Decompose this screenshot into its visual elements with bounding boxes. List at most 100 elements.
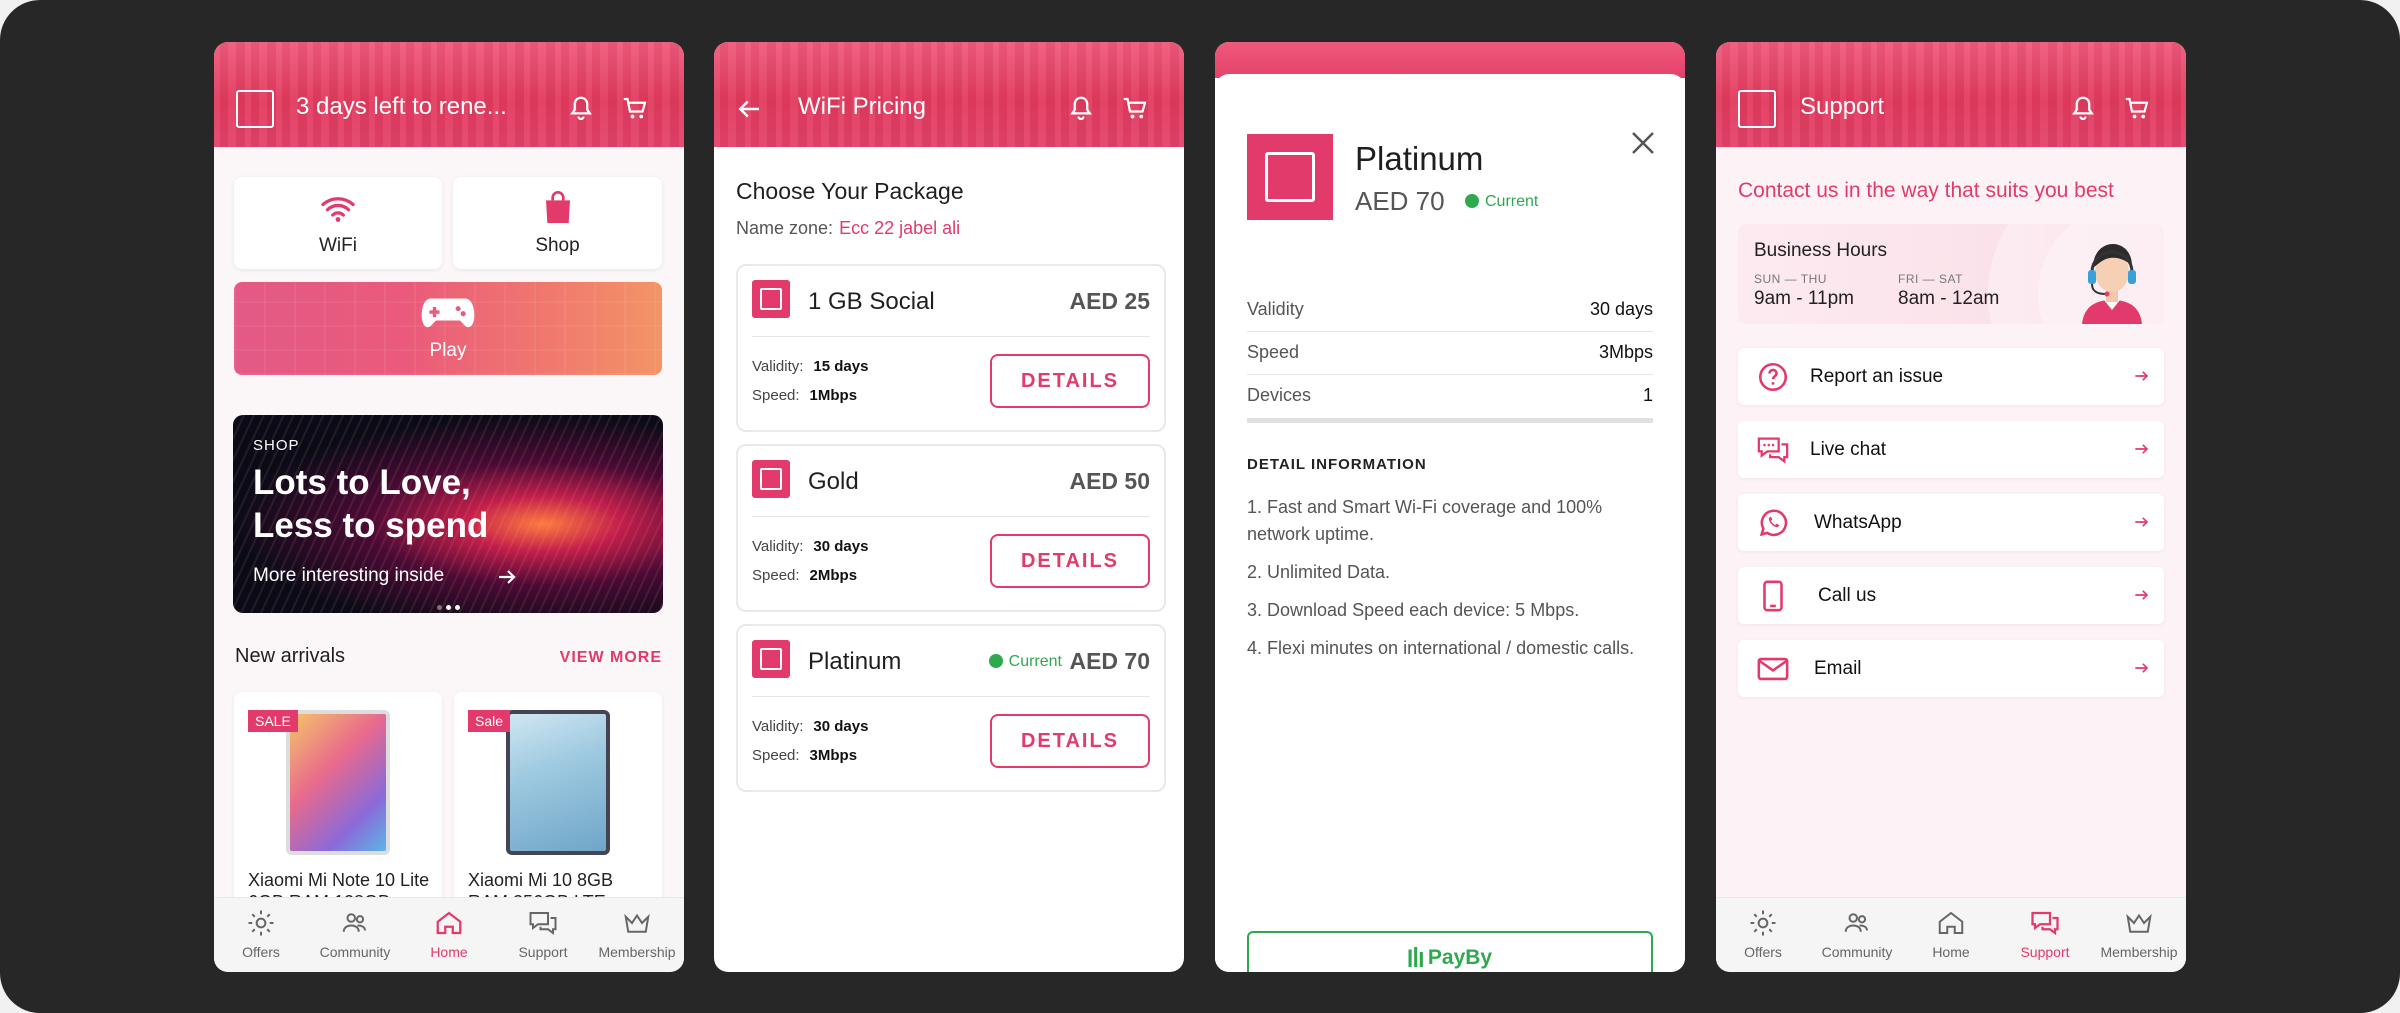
cart-icon[interactable] (2122, 94, 2152, 124)
product-card[interactable]: SALE Xiaomi Mi Note 10 Lite 6GB RAM 128G… (234, 692, 442, 922)
arrow-right-icon (2135, 444, 2149, 454)
banner-more-link[interactable]: More interesting inside (253, 565, 444, 587)
package-name: 1 GB Social (808, 288, 935, 315)
detail-list: 1. Fast and Smart Wi-Fi coverage and 100… (1247, 494, 1653, 673)
play-tile[interactable]: Play (234, 282, 662, 375)
new-arrivals-title: New arrivals (235, 645, 346, 667)
package-price: AED 25 (1069, 288, 1150, 314)
view-more-link[interactable]: VIEW MORE (560, 649, 662, 667)
package-name: Gold (808, 468, 859, 495)
divider (752, 696, 1150, 697)
back-arrow-icon[interactable] (734, 94, 764, 124)
arrow-right-icon (2135, 371, 2149, 381)
envelope-icon (1757, 657, 1789, 681)
payby-button[interactable]: PayBy (1247, 931, 1653, 972)
nav-home[interactable]: Home (1904, 908, 1998, 960)
nav-offers[interactable]: Offers (1716, 908, 1810, 960)
arrow-right-icon (2135, 517, 2149, 527)
nav-label: Membership (2100, 944, 2178, 960)
wifi-pricing-screen: WiFi Pricing Choose Your Package Name zo… (714, 42, 1184, 972)
header-strip (1215, 42, 1685, 78)
contact-whatsapp[interactable]: WhatsApp (1738, 494, 2164, 551)
crown-icon (2126, 913, 2152, 933)
brand-logo[interactable] (236, 90, 274, 128)
sale-badge: Sale (468, 710, 511, 732)
detail-item: 2. Unlimited Data. (1247, 562, 1391, 582)
app-header: Support (1716, 42, 2186, 147)
contact-live-chat[interactable]: Live chat (1738, 421, 2164, 478)
payby-label: PayBy (1427, 946, 1493, 969)
current-badge: Current (1465, 193, 1538, 211)
details-button[interactable]: DETAILS (990, 534, 1150, 588)
package-detail-screen: Platinum AED 70 Current Validity 30 days … (1215, 42, 1685, 972)
live-chat-icon (1757, 437, 1789, 464)
product-card[interactable]: Sale Xiaomi Mi 10 8GB RAM 256GB LTE (454, 692, 662, 922)
contact-label: WhatsApp (1814, 512, 1902, 533)
check-circle-icon (988, 654, 1003, 668)
nav-support[interactable]: Support (1998, 908, 2092, 960)
shop-tile-label: Shop (535, 235, 580, 256)
community-icon (342, 913, 366, 932)
contact-label: Email (1814, 658, 1862, 679)
detail-sheet: Platinum AED 70 Current Validity 30 days … (1215, 74, 1685, 972)
contact-report-issue[interactable]: Report an issue (1738, 348, 2164, 405)
nav-membership[interactable]: Membership (590, 908, 684, 960)
zone-value[interactable]: Ecc 22 jabel ali (839, 218, 960, 238)
shop-promo-banner[interactable]: SHOP Lots to Love, Less to spend More in… (233, 415, 663, 613)
nav-label: Support (2020, 944, 2070, 960)
bell-icon[interactable] (2068, 94, 2098, 124)
shop-tile[interactable]: Shop (453, 177, 662, 269)
nav-membership[interactable]: Membership (2092, 908, 2186, 960)
nav-home[interactable]: Home (402, 908, 496, 960)
package-name: Platinum (1355, 140, 1484, 177)
nav-community[interactable]: Community (1810, 908, 1904, 960)
cart-icon[interactable] (620, 94, 650, 124)
package-card[interactable]: Platinum Current AED 70 Validity: 30 days… (736, 624, 1166, 792)
package-card[interactable]: 1 GB Social AED 25 Validity: 15 days Spee… (736, 264, 1166, 432)
product-image (286, 710, 390, 855)
section-title: Choose Your Package (736, 178, 964, 204)
nav-label: Offers (242, 944, 280, 960)
contact-email[interactable]: Email (1738, 640, 2164, 697)
bottom-nav: Offers Community Home Support Membership (214, 897, 684, 972)
app-header: WiFi Pricing (714, 42, 1184, 147)
zone-label: Name zone: (736, 218, 834, 238)
nav-label: Offers (1744, 944, 1782, 960)
home-icon (436, 911, 462, 935)
renewal-notice[interactable]: 3 days left to rene... (296, 93, 507, 121)
spec-row: Validity 30 days (1247, 289, 1653, 332)
carousel-dots[interactable] (435, 597, 462, 613)
spec-row: Devices 1 (1247, 385, 1653, 405)
brand-logo[interactable] (1738, 90, 1776, 128)
nav-label: Home (430, 944, 468, 960)
contact-call-us[interactable]: Call us (1738, 567, 2164, 624)
chat-bubbles-icon (2031, 911, 2059, 936)
arrow-right-icon (2135, 590, 2149, 600)
wifi-tile-label: WiFi (319, 235, 357, 256)
details-button[interactable]: DETAILS (990, 714, 1150, 768)
nav-community[interactable]: Community (308, 908, 402, 960)
chat-bubbles-icon (529, 912, 557, 935)
nav-offers[interactable]: Offers (214, 908, 308, 960)
arrow-right-icon (2135, 663, 2149, 673)
package-card[interactable]: Gold AED 50 Validity: 30 days Speed: 2Mbps… (736, 444, 1166, 612)
weekday-hours: 9am - 11pm (1754, 288, 1854, 309)
details-button[interactable]: DETAILS (990, 354, 1150, 408)
bell-icon[interactable] (1066, 94, 1096, 124)
nav-support[interactable]: Support (496, 908, 590, 960)
close-icon[interactable] (1628, 128, 1658, 158)
contact-label: Live chat (1810, 439, 1887, 460)
current-badge: Current (988, 653, 1062, 671)
cart-icon[interactable] (1120, 94, 1150, 124)
weekend-range: FRI — SAT (1898, 272, 1963, 286)
package-price: AED 70 (1069, 648, 1150, 674)
weekday-range: SUN — THU (1754, 272, 1827, 286)
arrow-right-icon[interactable] (495, 565, 519, 589)
play-tile-label: Play (429, 340, 467, 361)
bell-icon[interactable] (566, 94, 596, 124)
package-logo-icon (752, 640, 790, 678)
package-name: Platinum (808, 648, 902, 675)
wifi-tile[interactable]: WiFi (234, 177, 442, 269)
gamepad-icon (421, 298, 475, 328)
banner-eyebrow: SHOP (253, 437, 300, 454)
